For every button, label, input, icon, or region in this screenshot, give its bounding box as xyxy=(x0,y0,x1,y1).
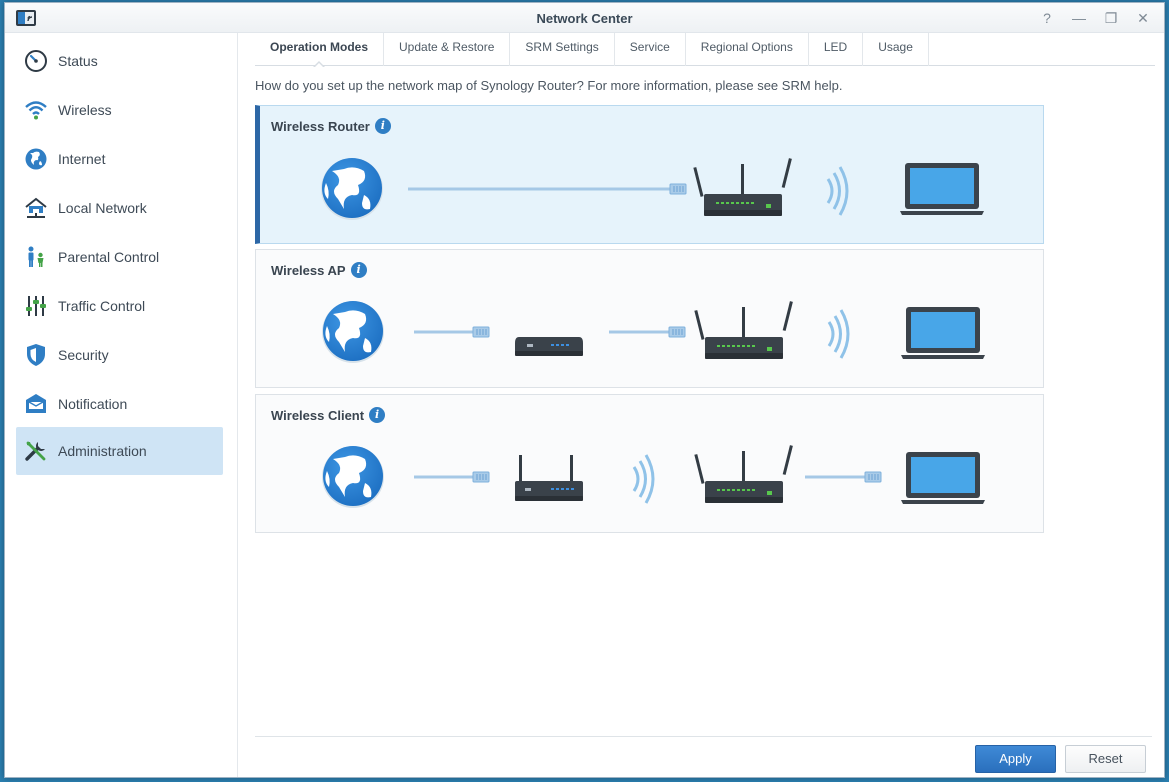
sidebar-item-label: Administration xyxy=(58,443,147,459)
main-content: Operation Modes Update & Restore SRM Set… xyxy=(239,33,1164,777)
mode-card-wireless-client[interactable]: Wireless Client i xyxy=(255,394,1044,533)
tab-srm-settings[interactable]: SRM Settings xyxy=(510,33,615,66)
sidebar-item-label: Local Network xyxy=(58,200,147,216)
tab-update-restore[interactable]: Update & Restore xyxy=(384,33,511,66)
sidebar-item-local-network[interactable]: Local Network xyxy=(16,184,223,232)
sidebar-item-internet[interactable]: Internet xyxy=(16,135,223,183)
router-icon xyxy=(694,445,793,503)
sidebar-item-parental-control[interactable]: Parental Control xyxy=(16,233,223,281)
sidebar-item-label: Security xyxy=(58,347,109,363)
family-icon xyxy=(24,245,48,269)
sidebar-item-traffic-control[interactable]: Traffic Control xyxy=(16,282,223,330)
help-button[interactable]: ? xyxy=(1036,7,1058,29)
mode-card-wireless-ap[interactable]: Wireless AP i xyxy=(255,249,1044,388)
modem-icon xyxy=(515,337,583,356)
window-title: Network Center xyxy=(536,11,633,26)
internet-globe-icon xyxy=(321,158,383,220)
home-network-icon xyxy=(24,196,48,220)
footer-divider xyxy=(255,736,1152,737)
wireless-signal-icon xyxy=(827,308,850,360)
router-icon xyxy=(515,455,583,501)
close-button[interactable]: ✕ xyxy=(1132,7,1154,29)
wireless-signal-icon xyxy=(826,165,849,217)
mailbox-icon xyxy=(24,392,48,416)
wireless-ap-diagram xyxy=(322,301,985,363)
mode-card-wireless-router[interactable]: Wireless Router i xyxy=(255,105,1044,244)
wireless-router-diagram xyxy=(321,158,984,220)
gauge-icon xyxy=(24,49,48,73)
tab-led[interactable]: LED xyxy=(809,33,864,66)
wireless-signal-icon xyxy=(632,453,655,505)
cable-plug-icon xyxy=(472,326,490,338)
wireless-client-diagram xyxy=(322,445,985,508)
tools-icon xyxy=(24,439,48,463)
globe-icon xyxy=(24,147,48,171)
wifi-icon xyxy=(24,98,48,122)
tab-bar: Operation Modes Update & Restore SRM Set… xyxy=(255,33,1155,68)
tab-operation-modes[interactable]: Operation Modes xyxy=(255,33,385,68)
cable-plug-icon xyxy=(669,183,687,195)
network-center-window: Network Center ? — ❐ ✕ Status Wireless I… xyxy=(4,2,1165,778)
sidebar-item-notification[interactable]: Notification xyxy=(16,380,223,428)
sidebar-item-label: Traffic Control xyxy=(58,298,146,314)
reset-button[interactable]: Reset xyxy=(1065,745,1146,773)
cable-plug-icon xyxy=(472,471,490,483)
laptop-icon xyxy=(901,307,985,359)
sidebar: Status Wireless Internet Local Network P… xyxy=(5,33,238,777)
laptop-icon xyxy=(901,452,985,504)
laptop-icon xyxy=(900,163,984,215)
cable-plug-icon xyxy=(668,326,686,338)
sidebar-item-label: Internet xyxy=(58,151,106,167)
shield-icon xyxy=(24,343,48,367)
sidebar-item-wireless[interactable]: Wireless xyxy=(16,86,223,134)
sidebar-item-label: Notification xyxy=(58,396,128,412)
tab-usage[interactable]: Usage xyxy=(863,33,929,66)
tab-regional-options[interactable]: Regional Options xyxy=(686,33,809,66)
tab-service[interactable]: Service xyxy=(615,33,686,66)
apply-button[interactable]: Apply xyxy=(975,745,1056,773)
internet-globe-icon xyxy=(322,446,384,508)
sidebar-item-security[interactable]: Security xyxy=(16,331,223,379)
sidebar-item-status[interactable]: Status xyxy=(16,37,223,85)
router-icon xyxy=(693,158,792,216)
maximize-button[interactable]: ❐ xyxy=(1100,7,1122,29)
minimize-button[interactable]: — xyxy=(1068,7,1090,29)
sidebar-item-label: Parental Control xyxy=(58,249,160,265)
internet-globe-icon xyxy=(322,301,384,363)
router-icon xyxy=(694,301,793,359)
cable-plug-icon xyxy=(864,471,882,483)
sidebar-item-label: Wireless xyxy=(58,102,112,118)
title-bar[interactable]: Network Center ? — ❐ ✕ xyxy=(5,3,1164,33)
sidebar-item-label: Status xyxy=(58,53,98,69)
help-question-text: How do you set up the network map of Syn… xyxy=(255,78,843,93)
sliders-icon xyxy=(24,294,48,318)
sidebar-item-administration[interactable]: Administration xyxy=(16,427,223,475)
